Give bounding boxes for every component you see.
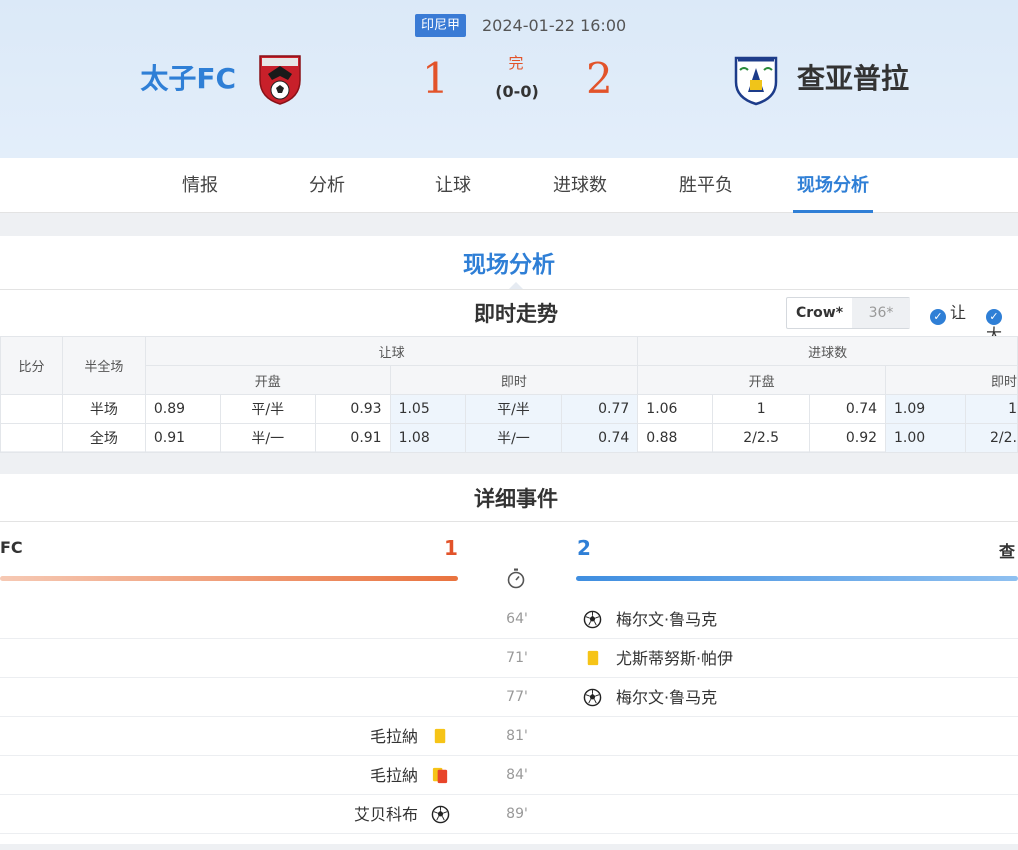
event-row: 艾贝科布 89' [0,795,1018,834]
match-datetime: 2024-01-22 16:00 [482,16,627,35]
away-score: 2 [586,54,613,103]
odds-cell: 0.74 [561,423,639,453]
event-player[interactable]: 艾贝科布 [354,795,418,834]
odds-cell: 0.89 [144,394,221,424]
odds-cell: 0.92 [809,423,887,453]
page: 印尼甲 2024-01-22 16:00 太子FC 1 完 (0-0) 2 查亚… [0,0,1018,850]
divider [0,521,1018,522]
event-row: 77' 梅尔文·鲁马克 [0,678,1018,717]
score-cell [0,423,63,453]
odds-cell: 0.74 [809,394,887,424]
event-row: 毛拉納 84' [0,756,1018,795]
handicap-open-header: 开盘 [144,365,391,395]
match-status-label: 完 [508,54,524,72]
tab-handicap[interactable]: 让球 [413,158,493,213]
tab-analysis[interactable]: 分析 [287,158,367,213]
handicap-checkbox-label: 让 [950,303,967,322]
tab-intel[interactable]: 情报 [160,158,240,213]
event-player[interactable]: 尤斯蒂努斯·帕伊 [616,639,733,678]
events-home-team: FC [0,538,23,557]
soccer-ball-icon [583,688,602,707]
check-icon: ✓ [986,309,1002,325]
home-bar [0,576,458,581]
match-header: 印尼甲 2024-01-22 16:00 太子FC 1 完 (0-0) 2 查亚… [0,0,1018,158]
odds-cell: 2/2.5 [712,423,811,453]
odds-cell: 0.77 [561,394,639,424]
tab-1x2[interactable]: 胜平负 [666,158,746,213]
col-score-header: 比分 [0,336,63,395]
odds-cell: 1.09 [885,394,966,424]
handicap-checkbox[interactable]: ✓ 让 [930,303,966,325]
odds-cell: 1 [712,394,811,424]
divider [0,289,1018,290]
goals-live-header: 即时 [885,365,1018,395]
table-row: 半场 0.89 平/半 0.93 1.05 平/半 0.77 1.06 1 0.… [0,394,1018,424]
tab-bar: 情报 分析 让球 进球数 胜平负 现场分析 [0,158,1018,213]
away-team-name[interactable]: 查亚普拉 [797,58,909,100]
odds-cell: 平/半 [219,394,316,424]
odds-cell: 0.88 [637,423,714,453]
bookmaker-36-button[interactable]: 36* [852,298,910,328]
odds-cell: 1 [964,394,1018,424]
event-minute: 71' [506,650,528,666]
events-panel: 详细事件 FC 1 2 查 64' 梅尔文·鲁马克 71' 尤斯蒂努斯·帕伊 7… [0,474,1018,844]
away-team-logo-icon[interactable] [730,50,782,106]
bookmaker-crow-button[interactable]: Crow* [787,298,852,328]
odds-cell: 0.91 [144,423,221,453]
live-analysis-panel: 现场分析 即时走势 Crow* 36* ✓ 让 ✓大 比分 半全场 让球 进球数 … [0,236,1018,453]
event-minute: 81' [506,728,528,744]
odds-cell: 半/一 [219,423,316,453]
tab-goals[interactable]: 进球数 [540,158,620,213]
event-minute: 77' [506,689,528,705]
yellow-card-icon [434,728,446,744]
event-row: 71' 尤斯蒂努斯·帕伊 [0,639,1018,678]
events-home-goals: 1 [444,536,458,560]
tab-live-analysis[interactable]: 现场分析 [793,158,873,213]
events-title: 详细事件 [474,487,558,511]
odds-cell: 1.08 [389,423,466,453]
event-minute: 64' [506,611,528,627]
event-player[interactable]: 毛拉納 [370,756,418,795]
handicap-live-header: 即时 [389,365,639,395]
yellow-card-icon [587,650,599,666]
event-row: 64' 梅尔文·鲁马克 [0,600,1018,639]
period-label: 半场 [61,394,146,424]
stopwatch-icon [507,568,525,589]
odds-cell: 2/2. [964,423,1018,453]
goals-open-header: 开盘 [637,365,887,395]
event-player[interactable]: 梅尔文·鲁马克 [616,600,717,639]
event-player[interactable]: 毛拉納 [370,717,418,756]
away-bar [576,576,1018,581]
event-minute: 84' [506,767,528,783]
bookmaker-switch: Crow* 36* [786,297,910,329]
event-minute: 89' [506,806,528,822]
odds-cell: 半/一 [464,423,563,453]
handicap-group-header: 让球 [144,336,639,366]
col-half-full-header: 半全场 [61,336,146,395]
odds-cell: 1.00 [885,423,966,453]
odds-cell: 0.93 [314,394,391,424]
goals-group-header: 进球数 [637,336,1018,366]
check-icon: ✓ [930,309,946,325]
events-away-goals: 2 [577,536,591,560]
odds-cell: 1.06 [637,394,714,424]
soccer-ball-icon [431,805,450,824]
event-row: 毛拉納 81' [0,717,1018,756]
odds-cell: 0.91 [314,423,391,453]
events-away-team: 查 [999,542,1016,561]
odds-cell: 平/半 [464,394,563,424]
event-player[interactable]: 梅尔文·鲁马克 [616,678,717,717]
section-title: 现场分析 [463,252,555,278]
soccer-ball-icon [583,610,602,629]
table-row: 全场 0.91 半/一 0.91 1.08 半/一 0.74 0.88 2/2.… [0,423,1018,453]
odds-table: 比分 半全场 让球 进球数 开盘 即时 开盘 即时 半场 0.89 平/半 0.… [0,336,1018,453]
score-cell [0,394,63,424]
league-badge[interactable]: 印尼甲 [415,14,466,37]
odds-cell: 1.05 [389,394,466,424]
second-yellow-red-card-icon [432,767,448,784]
half-time-score: (0-0) [495,82,539,101]
period-label: 全场 [61,423,146,453]
